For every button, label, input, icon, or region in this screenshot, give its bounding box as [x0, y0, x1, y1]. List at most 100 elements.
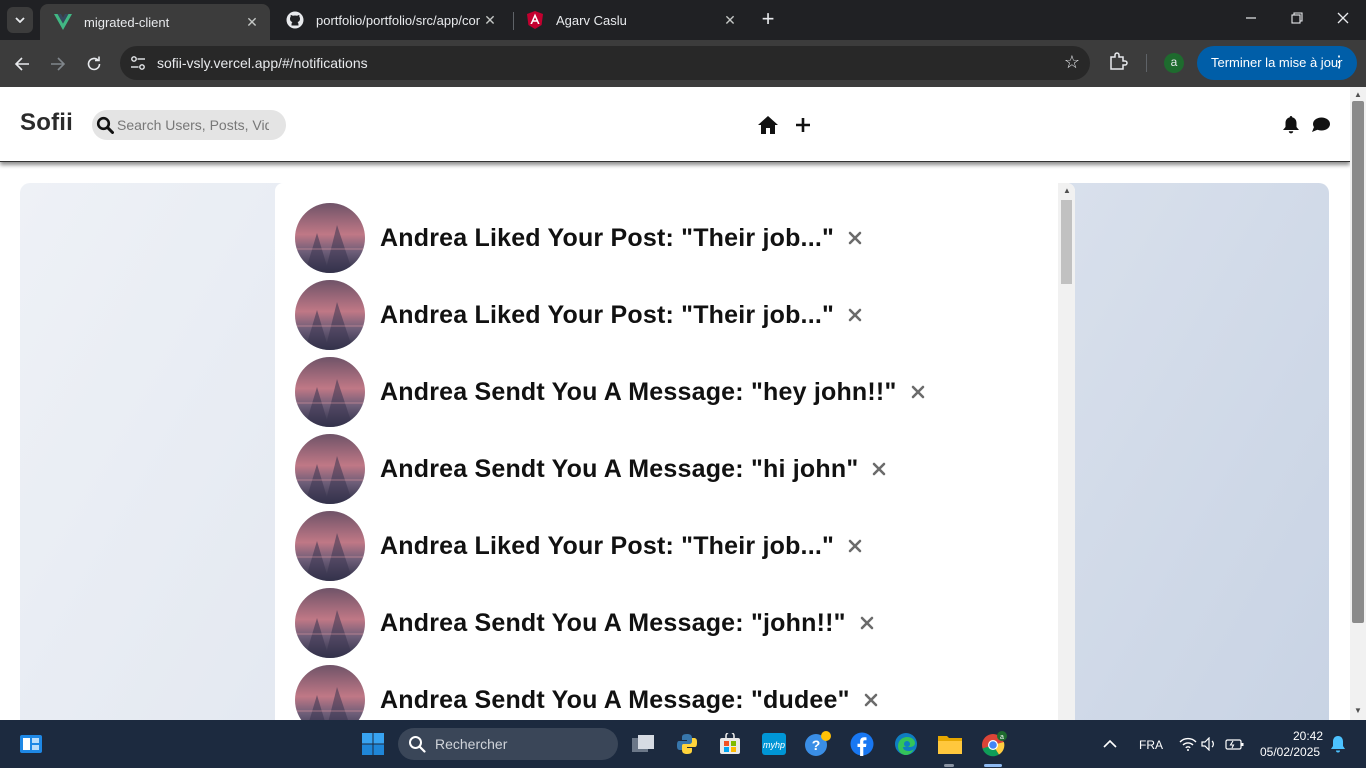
tab-title: portfolio/portfolio/src/app/com	[316, 12, 480, 28]
widgets-icon[interactable]	[15, 728, 47, 760]
address-bar[interactable]: sofii-vsly.vercel.app/#/notifications ☆	[120, 46, 1090, 80]
dismiss-close-icon[interactable]	[864, 693, 878, 707]
profile-avatar[interactable]: a	[1164, 53, 1184, 73]
task-view-icon[interactable]	[627, 728, 659, 760]
python-icon[interactable]	[671, 728, 703, 760]
clock-time[interactable]: 20:42	[1293, 729, 1323, 743]
battery-icon[interactable]	[1222, 728, 1248, 760]
dismiss-close-icon[interactable]	[848, 308, 862, 322]
url-text[interactable]: sofii-vsly.vercel.app/#/notifications	[157, 55, 368, 71]
search-input[interactable]	[117, 115, 269, 135]
tab-list-button[interactable]	[7, 7, 33, 33]
page-scrollbar-thumb[interactable]	[1352, 101, 1364, 623]
windows-start-icon[interactable]	[357, 728, 389, 760]
taskbar-search[interactable]: Rechercher	[398, 728, 618, 760]
avatar[interactable]	[295, 203, 365, 273]
page-viewport: Sofii Andrea Liked Your Post: "Their job…	[0, 87, 1350, 720]
tab-title: migrated-client	[84, 14, 170, 30]
notification-text[interactable]: Andrea Sendt You A Message: "hey john!!"	[380, 378, 897, 407]
restore-icon[interactable]	[1282, 8, 1312, 32]
svg-text:myhp: myhp	[763, 740, 785, 750]
dismiss-close-icon[interactable]	[911, 385, 925, 399]
windows-taskbar: Rechercher myhp ? a FRA 20:42 05/02/2025	[0, 720, 1366, 768]
notification-text[interactable]: Andrea Sendt You A Message: "hi john"	[380, 455, 858, 484]
page-scrollbar[interactable]: ▲ ▼	[1350, 87, 1366, 720]
notification-text[interactable]: Andrea Liked Your Post: "Their job..."	[380, 224, 834, 253]
avatar[interactable]	[295, 588, 365, 658]
help-icon[interactable]: ?	[802, 728, 834, 760]
plus-icon[interactable]	[793, 115, 813, 135]
chrome-icon[interactable]: a	[978, 728, 1010, 760]
bell-icon[interactable]	[1281, 115, 1301, 135]
avatar[interactable]	[295, 357, 365, 427]
file-explorer-icon[interactable]	[934, 728, 966, 760]
search-icon	[96, 116, 114, 134]
notification-text[interactable]: Andrea Liked Your Post: "Their job..."	[380, 301, 834, 330]
dismiss-close-icon[interactable]	[860, 616, 874, 630]
dismiss-close-icon[interactable]	[872, 462, 886, 476]
notification-item[interactable]: Andrea Sendt You A Message: "john!!"	[295, 588, 874, 658]
search-bar[interactable]	[92, 110, 286, 140]
language-indicator[interactable]: FRA	[1139, 738, 1163, 752]
bookmark-star-icon[interactable]: ☆	[1064, 52, 1080, 73]
scroll-up-arrow-icon[interactable]: ▲	[1063, 186, 1071, 195]
avatar[interactable]	[295, 511, 365, 581]
scrollbar-thumb[interactable]	[1061, 200, 1072, 284]
home-icon[interactable]	[757, 115, 779, 135]
dismiss-close-icon[interactable]	[848, 231, 862, 245]
chat-icon[interactable]	[1310, 115, 1332, 135]
notification-item[interactable]: Andrea Liked Your Post: "Their job..."	[295, 280, 862, 350]
scroll-down-arrow-icon[interactable]: ▼	[1354, 706, 1362, 715]
volume-icon[interactable]	[1198, 728, 1222, 760]
wifi-icon[interactable]	[1176, 728, 1200, 760]
close-window-icon[interactable]	[1328, 8, 1358, 32]
notification-item[interactable]: Andrea Sendt You A Message: "hi john"	[295, 434, 886, 504]
tab-title: Agarv Caslu	[556, 12, 627, 28]
notification-item[interactable]: Andrea Liked Your Post: "Their job..."	[295, 203, 862, 273]
notification-item[interactable]: Andrea Liked Your Post: "Their job..."	[295, 511, 862, 581]
new-tab-plus-icon[interactable]: +	[757, 8, 779, 32]
edge-icon[interactable]	[890, 728, 922, 760]
avatar[interactable]	[295, 280, 365, 350]
notification-text[interactable]: Andrea Liked Your Post: "Their job..."	[380, 532, 834, 561]
notification-text[interactable]: Andrea Sendt You A Message: "john!!"	[380, 609, 846, 638]
notification-bell-icon[interactable]	[1326, 728, 1350, 760]
close-tab-icon[interactable]: ✕	[242, 14, 262, 31]
close-tab-icon[interactable]: ✕	[480, 12, 500, 29]
back-arrow-icon[interactable]	[10, 52, 34, 76]
chevron-up-icon[interactable]	[1096, 728, 1124, 760]
update-button-label: Terminer la mise à jour	[1211, 55, 1343, 70]
angular-icon	[526, 11, 544, 29]
running-indicator	[944, 764, 954, 767]
notification-item[interactable]: Andrea Sendt You A Message: "hey john!!"	[295, 357, 925, 427]
notification-item[interactable]: Andrea Sendt You A Message: "dudee"	[295, 665, 878, 720]
tab-github-portfolio[interactable]: portfolio/portfolio/src/app/com ✕	[272, 0, 508, 40]
scroll-up-arrow-icon[interactable]: ▲	[1354, 90, 1362, 99]
active-indicator	[984, 764, 1002, 767]
avatar[interactable]	[295, 665, 365, 720]
notification-scrollbar[interactable]: ▲	[1058, 183, 1075, 720]
chevron-down-icon	[15, 17, 25, 23]
vue-icon	[54, 13, 72, 31]
toolbar-separator	[1146, 54, 1147, 72]
kebab-menu-icon[interactable]: ⋮	[1331, 46, 1347, 80]
reload-icon[interactable]	[82, 52, 106, 76]
update-button[interactable]: Terminer la mise à jour ⋮	[1197, 46, 1357, 80]
minimize-icon[interactable]	[1236, 8, 1266, 32]
app-logo[interactable]: Sofii	[20, 109, 73, 137]
tab-agarv-caslu[interactable]: Agarv Caslu ✕	[512, 0, 748, 40]
microsoft-store-icon[interactable]	[714, 728, 746, 760]
clock-date[interactable]: 05/02/2025	[1260, 745, 1320, 759]
dismiss-close-icon[interactable]	[848, 539, 862, 553]
tab-migrated-client[interactable]: migrated-client ✕	[40, 4, 270, 40]
myhp-icon[interactable]: myhp	[758, 728, 790, 760]
avatar[interactable]	[295, 434, 365, 504]
extensions-puzzle-icon[interactable]	[1108, 51, 1132, 75]
browser-tabstrip: migrated-client ✕ portfolio/portfolio/sr…	[0, 0, 1366, 40]
site-settings-icon[interactable]	[130, 55, 146, 71]
notifications-panel: Andrea Liked Your Post: "Their job..." An…	[275, 183, 1075, 720]
close-tab-icon[interactable]: ✕	[720, 12, 740, 29]
notification-text[interactable]: Andrea Sendt You A Message: "dudee"	[380, 686, 850, 715]
facebook-icon[interactable]	[846, 728, 878, 760]
forward-arrow-icon[interactable]	[46, 52, 70, 76]
